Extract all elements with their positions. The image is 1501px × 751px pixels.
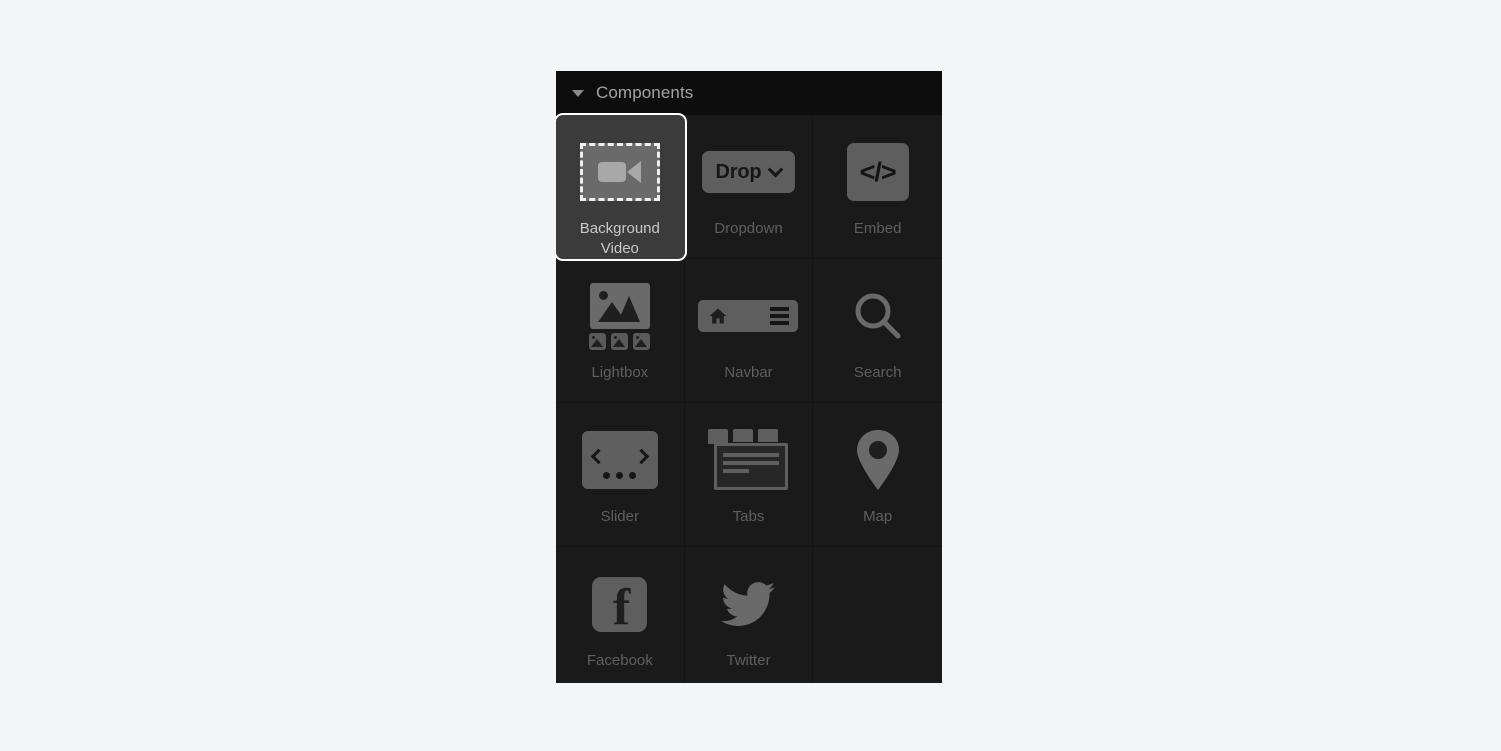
- component-tile-label: Dropdown: [714, 220, 783, 237]
- chevron-right-icon: [633, 448, 650, 465]
- empty-slot: [813, 565, 942, 643]
- component-tile-map[interactable]: Map: [813, 403, 942, 547]
- code-embed-icon-text: </>: [846, 143, 909, 201]
- component-tile-label: Twitter: [726, 652, 771, 669]
- facebook-icon: f: [556, 565, 684, 643]
- component-tile-background-video[interactable]: Background Video: [556, 115, 685, 259]
- chevron-down-icon: [768, 161, 784, 177]
- component-tile-twitter[interactable]: Twitter: [684, 547, 814, 683]
- component-tile-label: Tabs: [732, 508, 765, 525]
- component-tile-label: Embed: [853, 220, 902, 237]
- navbar-icon: [685, 277, 813, 355]
- page-title: Components: [596, 83, 694, 102]
- component-tile-label: Facebook: [586, 652, 653, 669]
- caret-down-icon[interactable]: [572, 89, 584, 97]
- map-pin-icon: [813, 421, 942, 499]
- tabs-icon: [685, 421, 813, 499]
- component-tile-dropdown[interactable]: Drop Dropdown: [684, 115, 814, 259]
- component-tile-label: Navbar: [724, 364, 773, 381]
- component-tile-tabs[interactable]: Tabs: [684, 403, 814, 547]
- app-canvas: Components Background Video Drop Dropdow…: [0, 0, 1501, 751]
- component-tile-label: Lightbox: [591, 364, 649, 381]
- components-panel-header[interactable]: Components: [556, 71, 942, 115]
- chevron-left-icon: [590, 448, 607, 465]
- dropdown-icon: Drop: [685, 133, 813, 211]
- search-icon: [813, 277, 942, 355]
- component-tile-navbar[interactable]: Navbar: [684, 259, 814, 403]
- component-tile-label: Map: [863, 508, 893, 525]
- component-tile-label: Slider: [600, 508, 639, 525]
- component-tile-embed[interactable]: </> Embed: [813, 115, 942, 259]
- component-tile-search[interactable]: Search: [813, 259, 942, 403]
- components-grid: Background Video Drop Dropdown </> Embed: [556, 115, 942, 683]
- component-tile-lightbox[interactable]: Lightbox: [556, 259, 685, 403]
- dropdown-icon-text: Drop: [715, 160, 762, 183]
- component-tile-empty: [813, 547, 942, 683]
- background-video-icon: [556, 133, 684, 211]
- lightbox-icon: [556, 277, 684, 355]
- component-tile-slider[interactable]: Slider: [556, 403, 685, 547]
- home-icon: [710, 308, 727, 324]
- component-tile-label: Background Video: [579, 220, 660, 257]
- components-panel: Components Background Video Drop Dropdow…: [556, 71, 942, 683]
- slider-dots-icon: [582, 472, 658, 479]
- component-tile-label: Search: [853, 364, 902, 381]
- hamburger-icon: [770, 307, 790, 325]
- twitter-icon: [685, 565, 813, 643]
- component-tile-facebook[interactable]: f Facebook: [556, 547, 685, 683]
- slider-icon: [556, 421, 684, 499]
- code-embed-icon: </>: [813, 133, 942, 211]
